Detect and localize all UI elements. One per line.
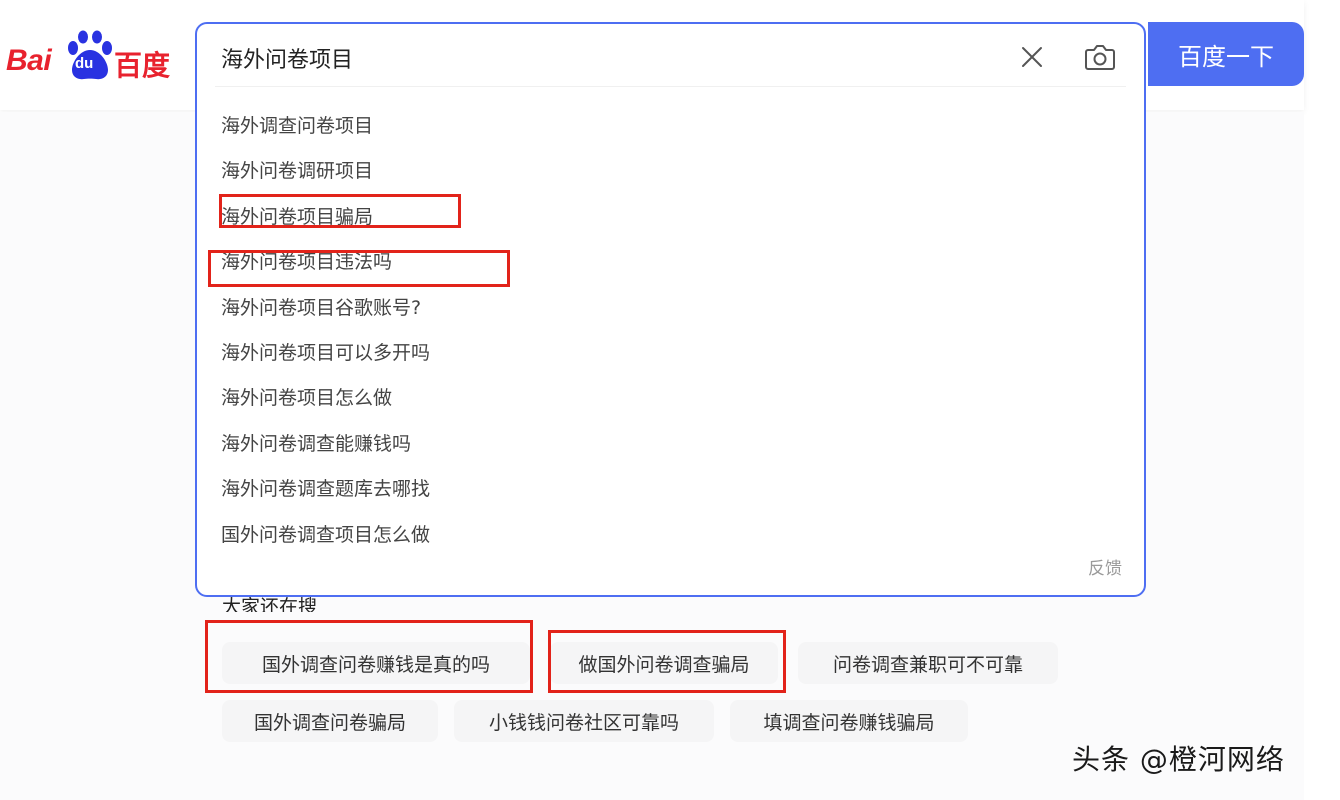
feedback-link[interactable]: 反馈 bbox=[1088, 554, 1122, 579]
camera-icon[interactable] bbox=[1083, 40, 1117, 74]
close-icon[interactable] bbox=[1019, 44, 1045, 70]
related-searches-heading: 大家还在搜 bbox=[222, 596, 318, 612]
suggestion-item[interactable]: 海外问卷调查能赚钱吗 bbox=[221, 426, 430, 471]
related-chip[interactable]: 问卷调查兼职可不可靠 bbox=[798, 642, 1058, 684]
baidu-logo[interactable]: Bai du 百度 bbox=[6, 30, 176, 90]
watermark-text: 头条 @橙河网络 bbox=[1072, 743, 1285, 776]
suggestion-item[interactable]: 海外问卷调研项目 bbox=[221, 153, 430, 198]
suggestion-item[interactable]: 海外问卷调查题库去哪找 bbox=[221, 471, 430, 516]
logo-du-text: du bbox=[75, 55, 94, 72]
search-input[interactable]: 海外问卷项目 bbox=[221, 42, 353, 74]
input-divider bbox=[215, 86, 1126, 87]
related-chip[interactable]: 国外调查问卷赚钱是真的吗 bbox=[222, 642, 530, 684]
logo-latin-text: Bai bbox=[6, 44, 52, 77]
related-chip[interactable]: 小钱钱问卷社区可靠吗 bbox=[454, 700, 714, 742]
suggestion-item[interactable]: 海外调查问卷项目 bbox=[221, 108, 430, 153]
related-chip[interactable]: 做国外问卷调查骗局 bbox=[550, 642, 778, 684]
suggestion-item[interactable]: 海外问卷项目违法吗 bbox=[221, 244, 430, 289]
related-chip[interactable]: 国外调查问卷骗局 bbox=[222, 700, 438, 742]
logo-chinese-text: 百度 bbox=[114, 49, 171, 82]
related-chip[interactable]: 填调查问卷赚钱骗局 bbox=[730, 700, 968, 742]
search-box[interactable]: 海外问卷项目 海外调查问卷项目 海外问卷调研项目 海外问卷项目骗局 海外问卷项目… bbox=[195, 22, 1146, 597]
search-button[interactable]: 百度一下 bbox=[1148, 22, 1304, 86]
suggestion-item[interactable]: 国外问卷调查项目怎么做 bbox=[221, 517, 430, 562]
suggestion-item[interactable]: 海外问卷项目谷歌账号? bbox=[221, 290, 430, 335]
suggestion-item[interactable]: 海外问卷项目骗局 bbox=[221, 199, 430, 244]
suggestion-item[interactable]: 海外问卷项目怎么做 bbox=[221, 380, 430, 425]
suggestion-list: 海外调查问卷项目 海外问卷调研项目 海外问卷项目骗局 海外问卷项目违法吗 海外问… bbox=[221, 108, 430, 562]
suggestion-item[interactable]: 海外问卷项目可以多开吗 bbox=[221, 335, 430, 380]
